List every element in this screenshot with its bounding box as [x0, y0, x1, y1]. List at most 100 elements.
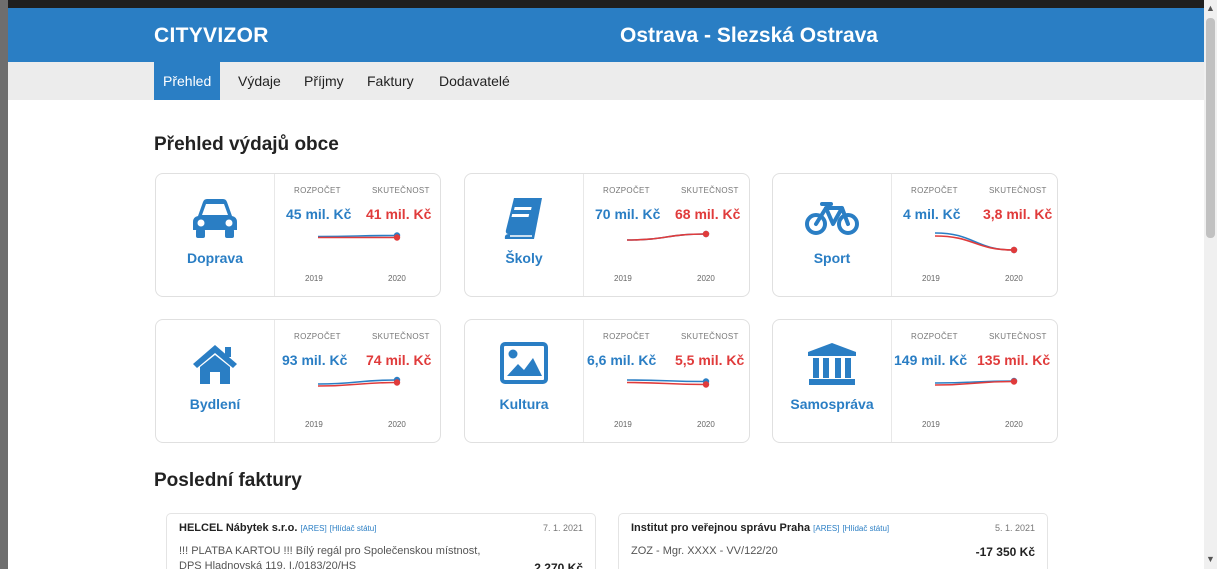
category-card-bydleni[interactable]: Bydlení ROZPOČET SKUTEČNOST 93 mil. Kč 7…	[155, 319, 441, 443]
invoice-date: 5. 1. 2021	[994, 523, 1035, 533]
car-icon	[156, 196, 274, 242]
actual-trend-point	[1010, 378, 1018, 385]
budget-trend-line	[934, 232, 1015, 251]
category-name: Školy	[505, 250, 543, 266]
actual-value: 68 mil. Kč	[675, 206, 741, 222]
budget-label: ROZPOČET	[911, 332, 958, 341]
budget-label: ROZPOČET	[294, 332, 341, 341]
budget-label: ROZPOČET	[911, 186, 958, 195]
supplier-name[interactable]: Institut pro veřejnou správu Praha	[631, 522, 810, 534]
category-card-samosprava[interactable]: Samospráva ROZPOČET SKUTEČNOST 149 mil. …	[772, 319, 1058, 443]
budget-label: ROZPOČET	[603, 186, 650, 195]
invoice-supplier: Institut pro veřejnou správu Praha [ARES…	[631, 522, 889, 534]
year-start: 2019	[305, 420, 323, 429]
building-icon	[773, 342, 891, 388]
trend-sparkline	[934, 232, 1018, 254]
budget-label: ROZPOČET	[294, 186, 341, 195]
category-card-left: Bydlení	[156, 320, 275, 442]
scroll-up-icon[interactable]: ▲	[1206, 3, 1215, 13]
budget-value: 149 mil. Kč	[894, 352, 968, 368]
trend-sparkline	[626, 230, 710, 241]
year-end: 2020	[388, 420, 406, 429]
window-left-edge	[0, 0, 8, 569]
page: CITYVIZOR Ostrava - Slezská Ostrava Přeh…	[8, 8, 1204, 569]
actual-value: 3,8 mil. Kč	[983, 206, 1053, 222]
actual-label: SKUTEČNOST	[372, 332, 430, 341]
actual-trend-line	[626, 381, 707, 386]
ares-link[interactable]: [ARES]	[813, 524, 839, 533]
invoice-item[interactable]: HELCEL Nábytek s.r.o. [ARES] [Hlídač stá…	[166, 513, 596, 569]
actual-value: 41 mil. Kč	[366, 206, 432, 222]
trend-sparkline	[317, 376, 401, 387]
year-start: 2019	[614, 274, 632, 283]
invoice-amount: 2 270 Kč	[534, 561, 583, 569]
category-card-left: Školy	[465, 174, 584, 296]
actual-label: SKUTEČNOST	[989, 332, 1047, 341]
app-header: CITYVIZOR Ostrava - Slezská Ostrava	[8, 8, 1204, 62]
tab-vydaje[interactable]: Výdaje	[229, 62, 290, 100]
budget-value: 45 mil. Kč	[286, 206, 352, 222]
category-card-left: Samospráva	[773, 320, 892, 442]
year-end: 2020	[1005, 274, 1023, 283]
budget-value: 93 mil. Kč	[282, 352, 348, 368]
tab-prehled[interactable]: Přehled	[154, 62, 221, 100]
tab-faktury[interactable]: Faktury	[358, 62, 423, 100]
category-name: Bydlení	[189, 396, 241, 412]
year-end: 2020	[388, 274, 406, 283]
year-start: 2019	[922, 274, 940, 283]
year-end: 2020	[697, 274, 715, 283]
trend-sparkline	[934, 377, 1018, 386]
house-icon	[156, 342, 274, 388]
actual-label: SKUTEČNOST	[681, 332, 739, 341]
category-card-doprava[interactable]: Doprava ROZPOČET SKUTEČNOST 45 mil. Kč 4…	[155, 173, 441, 297]
actual-value: 135 mil. Kč	[977, 352, 1051, 368]
watchdog-link[interactable]: [Hlídač státu]	[330, 524, 377, 533]
scrollbar-thumb[interactable]	[1206, 18, 1215, 238]
scroll-down-icon[interactable]: ▼	[1206, 554, 1215, 564]
watchdog-link[interactable]: [Hlídač státu]	[842, 524, 889, 533]
invoice-item[interactable]: Institut pro veřejnou správu Praha [ARES…	[618, 513, 1048, 569]
category-card-sport[interactable]: Sport ROZPOČET SKUTEČNOST 4 mil. Kč 3,8 …	[772, 173, 1058, 297]
year-start: 2019	[922, 420, 940, 429]
overview-heading: Přehled výdajů obce	[154, 134, 339, 155]
invoice-amount: -17 350 Kč	[975, 545, 1035, 559]
actual-trend-point	[393, 379, 401, 386]
actual-label: SKUTEČNOST	[372, 186, 430, 195]
budget-trend-line	[317, 234, 398, 238]
year-end: 2020	[1005, 420, 1023, 429]
invoices-heading: Poslední faktury	[154, 470, 302, 491]
budget-value: 4 mil. Kč	[903, 206, 961, 222]
tab-prijmy[interactable]: Příjmy	[295, 62, 353, 100]
category-card-skoly[interactable]: Školy ROZPOČET SKUTEČNOST 70 mil. Kč 68 …	[464, 173, 750, 297]
actual-trend-point	[702, 230, 710, 238]
window-top-edge	[0, 0, 1217, 8]
budget-trend-line	[626, 379, 707, 383]
supplier-name[interactable]: HELCEL Nábytek s.r.o.	[179, 522, 297, 534]
invoice-supplier: HELCEL Nábytek s.r.o. [ARES] [Hlídač stá…	[179, 522, 376, 534]
actual-trend-line	[626, 233, 707, 241]
year-start: 2019	[614, 420, 632, 429]
tab-dodavatele[interactable]: Dodavatelé	[430, 62, 519, 100]
actual-value: 5,5 mil. Kč	[675, 352, 745, 368]
actual-trend-point	[1010, 246, 1018, 254]
category-card-kultura[interactable]: Kultura ROZPOČET SKUTEČNOST 6,6 mil. Kč …	[464, 319, 750, 443]
category-card-left: Kultura	[465, 320, 584, 442]
budget-value: 70 mil. Kč	[595, 206, 661, 222]
category-name: Doprava	[186, 250, 244, 266]
actual-label: SKUTEČNOST	[681, 186, 739, 195]
trend-sparkline	[626, 378, 710, 388]
actual-trend-point	[702, 381, 710, 388]
city-title: Ostrava - Slezská Ostrava	[620, 24, 878, 47]
app-logo[interactable]: CITYVIZOR	[154, 24, 269, 48]
trend-sparkline	[317, 232, 401, 241]
category-name: Samospráva	[790, 396, 874, 412]
category-name: Kultura	[499, 396, 549, 412]
budget-label: ROZPOČET	[603, 332, 650, 341]
invoice-date: 7. 1. 2021	[542, 523, 583, 533]
year-start: 2019	[305, 274, 323, 283]
year-end: 2020	[697, 420, 715, 429]
page-scrollbar[interactable]: ▲ ▼	[1204, 0, 1217, 569]
category-card-left: Sport	[773, 174, 892, 296]
actual-trend-line	[934, 235, 1015, 251]
ares-link[interactable]: [ARES]	[300, 524, 326, 533]
